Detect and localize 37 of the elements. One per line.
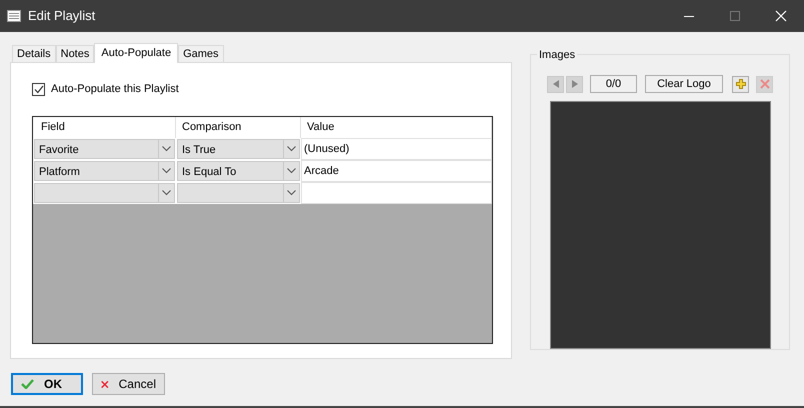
- table-cell: Arcade: [301, 160, 492, 182]
- dropdown[interactable]: Platform: [34, 161, 175, 181]
- table-cell: (Unused): [301, 138, 492, 160]
- chevron-icon: [162, 146, 171, 152]
- checkbox-label: Auto-Populate this Playlist: [51, 82, 179, 97]
- previous-button[interactable]: [547, 76, 564, 92]
- dropdown[interactable]: Favorite: [34, 139, 175, 159]
- check-icon: [21, 379, 34, 389]
- chevron-icon: [162, 190, 171, 196]
- close-icon: [101, 378, 109, 390]
- plus-icon: [736, 79, 746, 89]
- cancel-button[interactable]: Cancel: [92, 373, 165, 395]
- add-button[interactable]: [732, 76, 749, 92]
- close-icon: [775, 10, 787, 22]
- delete-button[interactable]: [756, 76, 773, 92]
- tab[interactable]: Details: [12, 45, 56, 62]
- tab[interactable]: Games: [178, 45, 224, 62]
- chevron-icon: [287, 168, 296, 174]
- cross-icon: [760, 79, 770, 89]
- chevron-icon: [287, 146, 296, 152]
- chevron-icon: [287, 190, 296, 196]
- tab[interactable]: Auto-Populate: [94, 43, 178, 63]
- left-arrow-icon: [552, 80, 558, 88]
- chevron-icon: [162, 168, 171, 174]
- right-arrow-icon: [572, 80, 578, 88]
- image-counter: 0/0: [590, 75, 637, 93]
- dropdown[interactable]: Is True: [177, 139, 300, 159]
- image-type: Clear Logo: [645, 75, 723, 93]
- next-button[interactable]: [566, 76, 583, 92]
- tab[interactable]: Notes: [56, 45, 94, 62]
- dropdown[interactable]: Is Equal To: [177, 161, 300, 181]
- window-icon: [7, 10, 21, 22]
- group-title: Images: [537, 47, 578, 64]
- checkbox[interactable]: [32, 82, 45, 96]
- column-header: Value: [301, 117, 492, 138]
- window-title: Edit Playlist: [28, 7, 96, 26]
- ok-button[interactable]: OK: [11, 373, 83, 395]
